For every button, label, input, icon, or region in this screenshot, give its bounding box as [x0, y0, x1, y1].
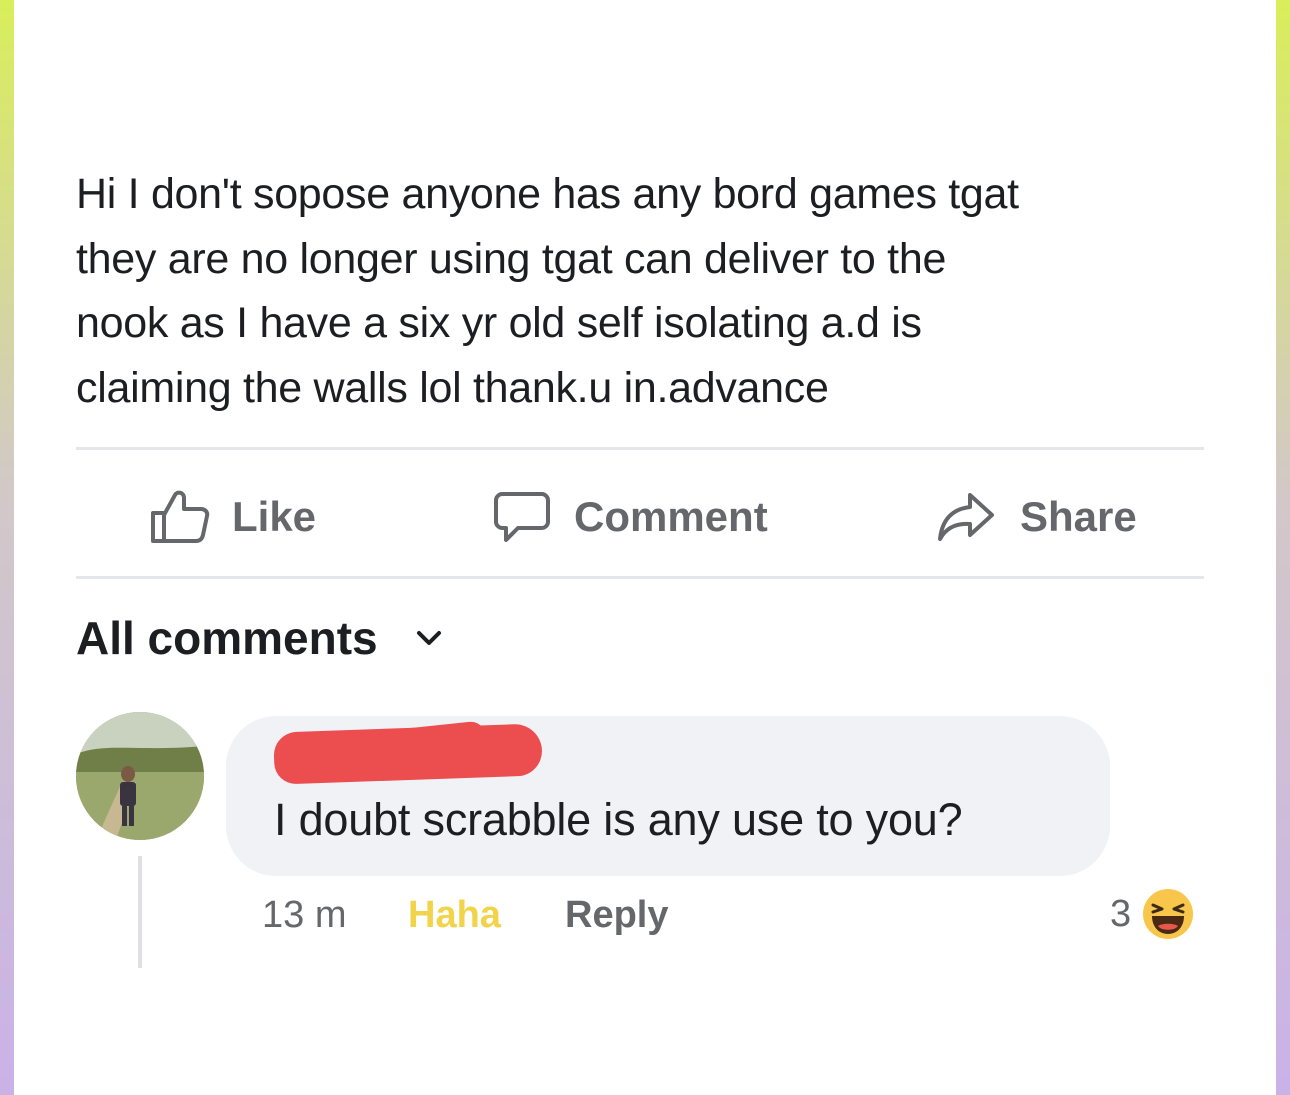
share-arrow-icon: [938, 493, 994, 541]
comment-bubble: K I doubt scrabble is any use to you?: [226, 716, 1110, 876]
post-text-line: Hi I don't sopose anyone has any bord ga…: [76, 170, 1019, 218]
haha-reaction-button[interactable]: Haha: [408, 888, 501, 942]
post-card: Hi I don't sopose anyone has any bord ga…: [14, 0, 1276, 1095]
post-text-line: they are no longer using tgat can delive…: [76, 234, 947, 283]
share-button[interactable]: Share: [936, 482, 1137, 552]
commenter-avatar[interactable]: [76, 712, 204, 840]
haha-emoji-icon: [1143, 889, 1194, 939]
avatar-photo: [76, 712, 204, 840]
comment-button[interactable]: Comment: [492, 482, 768, 552]
post-text: Hi I don't sopose anyone has any bord ga…: [76, 162, 1216, 420]
post-text-line: claiming the walls lol thank.u in.advanc…: [76, 363, 829, 412]
actions-divider-top: [76, 447, 1204, 450]
comment-label: Comment: [574, 493, 768, 540]
comment-text: I doubt scrabble is any use to you?: [274, 794, 963, 845]
comment-thread-line: [138, 856, 142, 968]
post-text-line: nook as I have a six yr old self isolati…: [76, 299, 922, 347]
chevron-down-icon: [416, 631, 441, 645]
comment-bubble-icon: [494, 492, 550, 542]
comments-filter-label: All comments: [76, 612, 378, 664]
actions-divider-bottom: [76, 576, 1204, 579]
comment-timestamp[interactable]: 13 m: [262, 888, 346, 942]
like-button[interactable]: Like: [150, 482, 316, 552]
reply-button[interactable]: Reply: [565, 888, 668, 942]
share-label: Share: [1020, 493, 1137, 540]
thumbs-up-icon: [151, 490, 210, 543]
reaction-summary[interactable]: 3: [1110, 884, 1195, 944]
comments-filter-dropdown[interactable]: All comments: [76, 608, 442, 668]
reaction-count: 3: [1110, 892, 1132, 935]
like-label: Like: [232, 493, 317, 540]
